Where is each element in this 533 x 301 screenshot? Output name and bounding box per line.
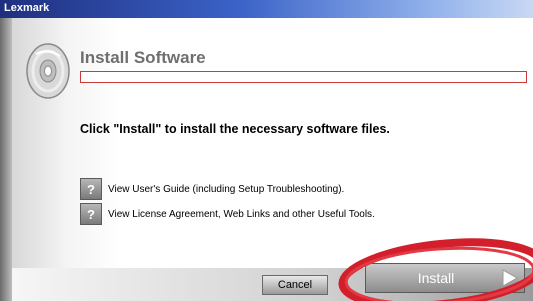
instruction-text: Click "Install" to install the necessary…	[80, 122, 390, 136]
help-link-license[interactable]: View License Agreement, Web Links and ot…	[108, 209, 375, 220]
help-row-users-guide[interactable]: ? View User's Guide (including Setup Tro…	[80, 178, 344, 200]
left-edge-strip	[0, 18, 12, 301]
header-divider	[80, 71, 527, 83]
install-button-label: Install	[417, 270, 455, 286]
help-row-license[interactable]: ? View License Agreement, Web Links and …	[80, 203, 375, 225]
install-button[interactable]: Install	[365, 263, 525, 293]
cancel-button-label: Cancel	[277, 279, 313, 291]
help-icon[interactable]: ?	[80, 203, 102, 225]
arrow-right-icon	[496, 264, 524, 292]
help-icon[interactable]: ?	[80, 178, 102, 200]
help-link-users-guide[interactable]: View User's Guide (including Setup Troub…	[108, 184, 344, 195]
page-title: Install Software	[80, 48, 206, 67]
cancel-button[interactable]: Cancel	[262, 275, 328, 295]
title-bar: Lexmark	[0, 0, 533, 18]
window-title: Lexmark	[4, 2, 50, 14]
cd-disc-icon	[26, 43, 70, 99]
